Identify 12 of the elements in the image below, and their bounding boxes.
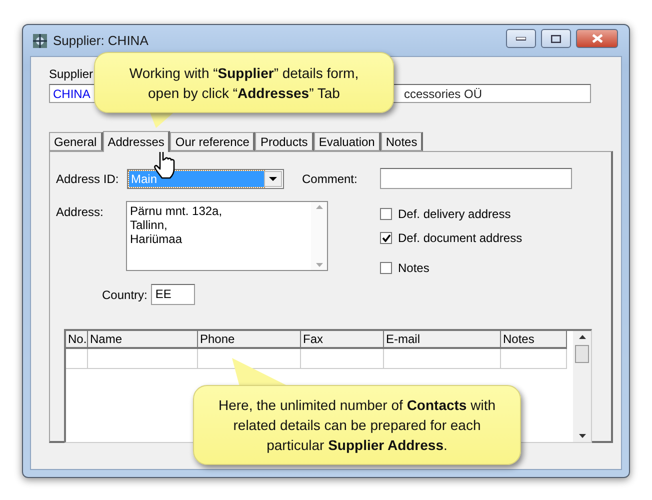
comment-label: Comment: — [302, 172, 358, 186]
callout: Working with “Supplier” details form, open by click “Addresses” Tab — [94, 52, 394, 113]
address-text: Pärnu mnt. 132a, Tallinn, Hariümaa — [129, 203, 224, 248]
country-label: Country: — [102, 288, 148, 302]
address-id-label: Address ID: — [56, 172, 120, 186]
checkbox-label: Def. document address — [398, 231, 522, 245]
checkbox-label: Def. delivery address — [398, 207, 511, 221]
callout: Here, the unlimited number of Contacts with related details can be prepared for each particular Supplier Address. — [193, 385, 521, 465]
address-label: Address: — [56, 205, 104, 219]
supplier-label: Supplier — [49, 67, 94, 81]
window-title: Supplier: CHINA — [53, 33, 150, 48]
checkbox-label: Notes — [398, 261, 430, 275]
